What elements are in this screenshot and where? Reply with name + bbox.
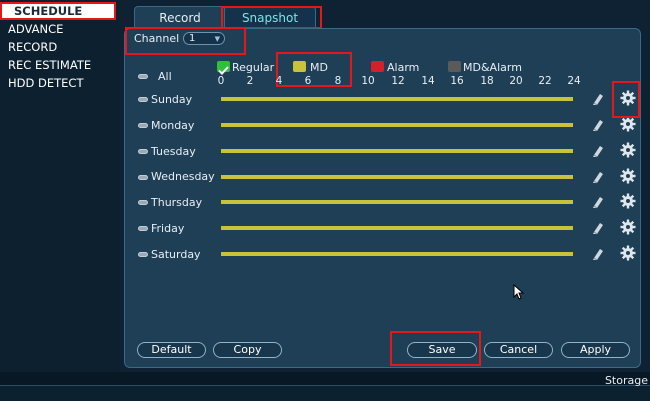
hour-tick: 14	[421, 75, 435, 87]
day-toggle-sunday[interactable]	[138, 97, 148, 102]
hour-tick: 20	[509, 75, 523, 87]
sidebar-item-schedule[interactable]: SCHEDULE	[0, 2, 116, 20]
legend-md-label: MD	[310, 61, 328, 74]
apply-button[interactable]: Apply	[561, 342, 630, 358]
channel-select[interactable]: 1 ▼	[183, 32, 225, 45]
schedule-bar-monday[interactable]	[221, 123, 573, 127]
day-label-monday: Monday	[151, 119, 195, 132]
gear-icon[interactable]	[620, 193, 636, 209]
channel-value: 1	[189, 33, 196, 44]
day-toggle-monday[interactable]	[138, 123, 148, 128]
storage-label: Storage	[604, 374, 648, 387]
sidebar-item-rec-estimate[interactable]: REC ESTIMATE	[8, 58, 91, 72]
channel-label: Channel	[134, 32, 180, 45]
gear-icon[interactable]	[620, 116, 636, 132]
sidebar-item-hdd-detect[interactable]: HDD DETECT	[8, 76, 83, 90]
cancel-button[interactable]: Cancel	[484, 342, 553, 358]
day-label-tuesday: Tuesday	[151, 145, 196, 158]
gear-icon[interactable]	[620, 245, 636, 261]
day-label-sunday: Sunday	[151, 93, 193, 106]
taskbar-strip	[0, 385, 650, 401]
hour-tick: 4	[275, 75, 283, 87]
hour-tick: 24	[567, 75, 581, 87]
hour-tick: 22	[538, 75, 552, 87]
mouse-cursor-icon	[513, 284, 525, 300]
schedule-bar-friday[interactable]	[221, 226, 573, 230]
day-label-saturday: Saturday	[151, 248, 201, 261]
day-toggle-wednesday[interactable]	[138, 175, 148, 180]
gear-icon[interactable]	[620, 168, 636, 184]
gear-icon[interactable]	[620, 142, 636, 158]
sidebar: SCHEDULE ADVANCE RECORD REC ESTIMATE HDD…	[0, 0, 120, 372]
legend-regular-label: Regular	[232, 61, 275, 74]
schedule-bar-thursday[interactable]	[221, 200, 573, 204]
hour-tick: 16	[450, 75, 464, 87]
tab-snapshot[interactable]: Snapshot	[224, 6, 316, 28]
schedule-bar-saturday[interactable]	[221, 252, 573, 256]
legend-md-swatch[interactable]	[293, 61, 306, 72]
schedule-bar-tuesday[interactable]	[221, 149, 573, 153]
sidebar-item-record[interactable]: RECORD	[8, 40, 57, 54]
day-toggle-saturday[interactable]	[138, 252, 148, 257]
day-label-thursday: Thursday	[151, 196, 203, 209]
default-button[interactable]: Default	[137, 342, 206, 358]
legend-alarm-label: Alarm	[387, 61, 420, 74]
day-toggle-thursday[interactable]	[138, 200, 148, 205]
pencil-icon[interactable]	[590, 220, 606, 236]
hour-tick: 6	[304, 75, 312, 87]
pencil-icon[interactable]	[590, 91, 606, 107]
pencil-icon[interactable]	[590, 194, 606, 210]
hour-tick: 18	[480, 75, 494, 87]
gear-icon[interactable]	[620, 90, 636, 106]
all-toggle[interactable]	[138, 74, 148, 79]
hour-tick: 12	[391, 75, 405, 87]
legend-md-alarm-swatch[interactable]	[448, 61, 461, 72]
pencil-icon[interactable]	[590, 143, 606, 159]
day-label-friday: Friday	[151, 222, 185, 235]
day-toggle-tuesday[interactable]	[138, 149, 148, 154]
chevron-down-icon: ▼	[214, 35, 220, 43]
day-label-wednesday: Wednesday	[151, 170, 215, 183]
all-label: All	[158, 70, 172, 83]
sidebar-item-advance[interactable]: ADVANCE	[8, 22, 63, 36]
schedule-bar-wednesday[interactable]	[221, 175, 573, 179]
tab-record[interactable]: Record	[134, 6, 226, 28]
pencil-icon[interactable]	[590, 169, 606, 185]
pencil-icon[interactable]	[590, 246, 606, 262]
hour-tick: 2	[246, 75, 254, 87]
copy-button[interactable]: Copy	[213, 342, 282, 358]
schedule-bar-sunday[interactable]	[221, 97, 573, 101]
save-button[interactable]: Save	[407, 342, 477, 358]
hour-tick: 8	[334, 75, 342, 87]
day-toggle-friday[interactable]	[138, 226, 148, 231]
legend-md-alarm-label: MD&Alarm	[463, 61, 522, 74]
legend-alarm-swatch[interactable]	[371, 61, 384, 72]
legend-regular-checkbox[interactable]	[217, 61, 230, 75]
hour-tick: 0	[217, 75, 225, 87]
hour-tick: 10	[361, 75, 375, 87]
pencil-icon[interactable]	[590, 117, 606, 133]
gear-icon[interactable]	[620, 219, 636, 235]
